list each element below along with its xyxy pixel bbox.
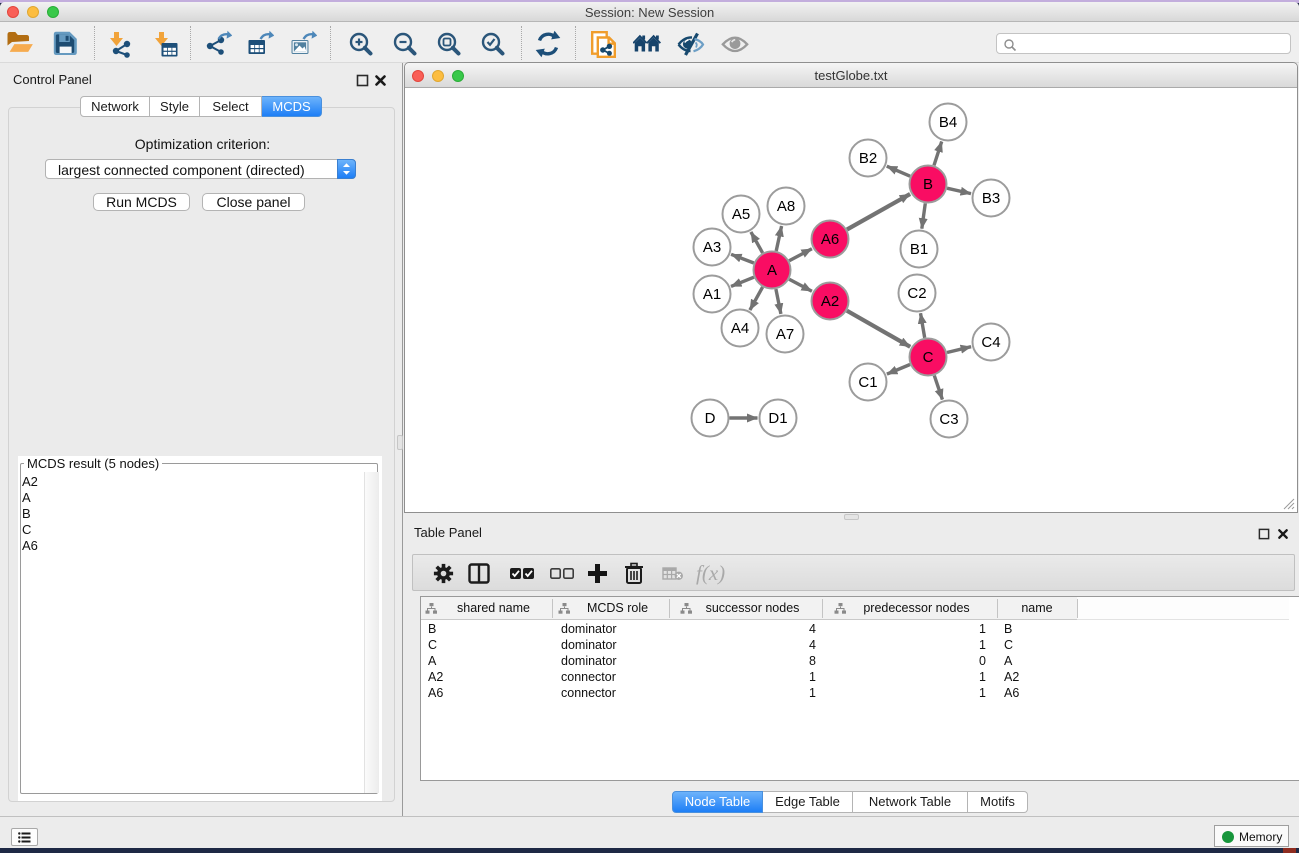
svg-text:B4: B4 — [939, 114, 957, 131]
svg-text:B3: B3 — [982, 190, 1000, 207]
svg-text:B1: B1 — [910, 241, 928, 258]
svg-text:C2: C2 — [907, 285, 926, 302]
svg-text:A4: A4 — [731, 320, 749, 337]
svg-text:B2: B2 — [859, 150, 877, 167]
svg-text:B: B — [923, 176, 933, 193]
svg-text:C1: C1 — [858, 374, 877, 391]
svg-text:D1: D1 — [768, 410, 787, 427]
svg-text:C3: C3 — [939, 411, 958, 428]
svg-text:A1: A1 — [703, 286, 721, 303]
svg-text:A6: A6 — [821, 231, 839, 248]
svg-text:D: D — [705, 410, 716, 427]
svg-text:A: A — [767, 262, 777, 279]
svg-text:C: C — [923, 349, 934, 366]
svg-text:C4: C4 — [981, 334, 1000, 351]
svg-text:A5: A5 — [732, 206, 750, 223]
svg-text:A2: A2 — [821, 293, 839, 310]
svg-text:A3: A3 — [703, 239, 721, 256]
svg-text:A7: A7 — [776, 326, 794, 343]
svg-text:A8: A8 — [777, 198, 795, 215]
